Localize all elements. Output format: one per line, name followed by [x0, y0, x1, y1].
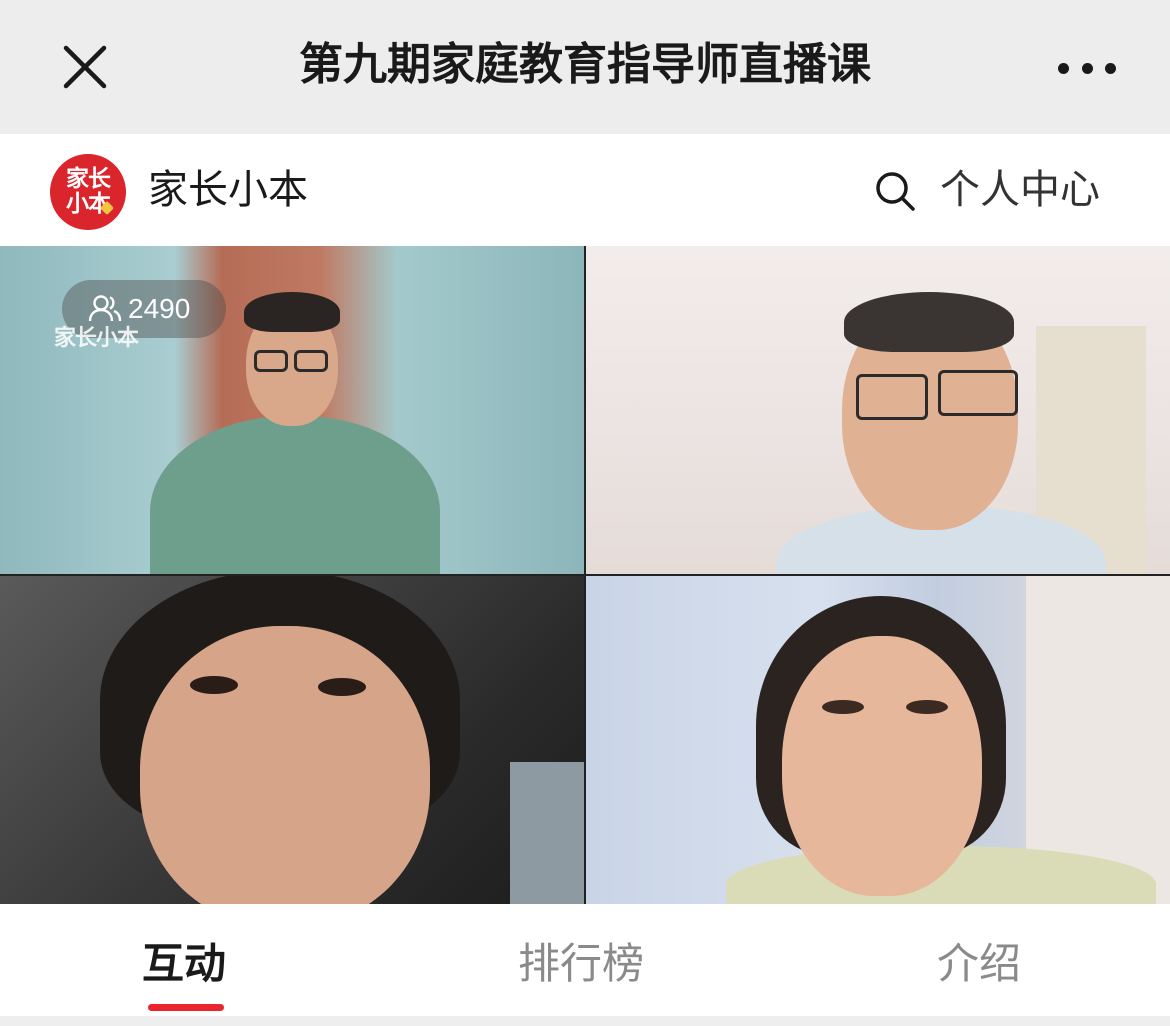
- video-tile-participant-2[interactable]: [0, 576, 584, 904]
- active-tab-indicator: [148, 1004, 224, 1011]
- tab-bar: 互动 排行榜 介绍: [0, 904, 1170, 1026]
- glasses: [294, 350, 328, 372]
- brand-header: 家长 小本 家长小本 个人中心: [0, 134, 1170, 246]
- close-button[interactable]: [58, 40, 112, 94]
- person-head: [140, 626, 430, 904]
- brand-watermark: 家长小本: [54, 326, 139, 351]
- top-navbar: 第九期家庭教育指导师直播课: [0, 0, 1170, 134]
- window: [510, 762, 584, 904]
- tab-introduction[interactable]: 介绍: [937, 934, 1021, 994]
- eye: [190, 676, 238, 694]
- video-tile-participant-3[interactable]: [586, 576, 1170, 904]
- brand-logo-line1: 家长: [66, 166, 111, 192]
- more-dot: [1081, 62, 1093, 74]
- person-hair: [244, 292, 340, 332]
- person-torso: [150, 416, 440, 574]
- more-dot: [1105, 62, 1116, 74]
- tab-leaderboard[interactable]: 排行榜: [518, 934, 644, 994]
- glasses: [254, 350, 288, 372]
- video-tile-host[interactable]: 2490 家长小本: [0, 246, 584, 574]
- brand-logo[interactable]: 家长 小本: [50, 154, 126, 230]
- more-options-button[interactable]: [1052, 50, 1122, 86]
- search-button[interactable]: [872, 168, 918, 214]
- more-horizontal-icon: [1058, 62, 1069, 74]
- eye: [906, 700, 948, 714]
- close-icon: [63, 45, 107, 89]
- person-hair: [844, 292, 1014, 352]
- video-tile-participant-1[interactable]: [586, 246, 1170, 574]
- live-video-grid[interactable]: 2490 家长小本: [0, 246, 1170, 904]
- person-head: [782, 636, 982, 896]
- bottom-divider: [0, 1016, 1170, 1026]
- eye: [822, 700, 864, 714]
- glasses: [856, 374, 928, 420]
- page-title: 第九期家庭教育指导师直播课: [299, 39, 871, 90]
- brand-name[interactable]: 家长小本: [148, 164, 308, 216]
- glasses: [938, 370, 1018, 416]
- tab-interaction[interactable]: 互动: [142, 934, 226, 994]
- search-icon: [876, 172, 915, 211]
- eye: [318, 678, 366, 696]
- personal-center-link[interactable]: 个人中心: [940, 164, 1100, 216]
